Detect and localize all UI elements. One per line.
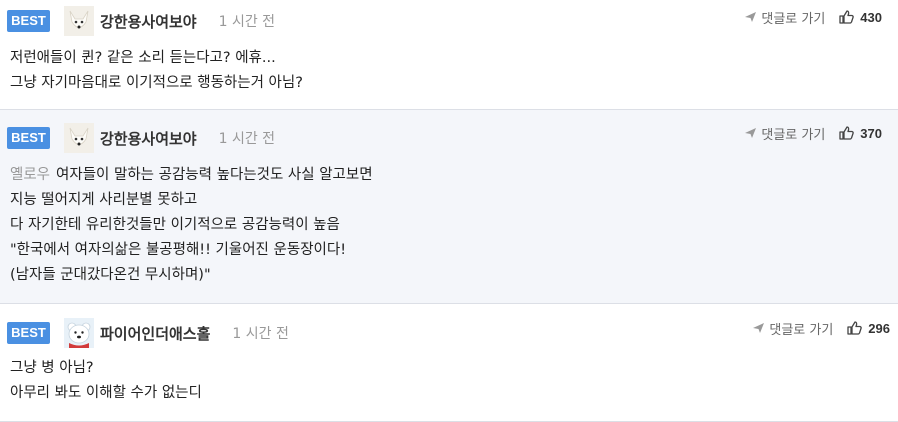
best-badge: BEST <box>7 10 50 32</box>
like-count: 370 <box>860 125 882 141</box>
go-to-reply-link[interactable]: 댓글로 가기 <box>752 319 833 338</box>
best-badge: BEST <box>7 127 50 149</box>
like-button[interactable]: 370 <box>839 126 882 141</box>
comment-actions: 댓글로 가기 370 <box>744 119 882 147</box>
best-badge: BEST <box>7 322 50 344</box>
thumbs-up-icon <box>839 10 855 24</box>
comment-actions: 댓글로 가기 430 <box>744 3 882 31</box>
comment-item: BEST 강한용사여보야 1 시간 전 댓글로 가기 370 옐로우 여자들이 말… <box>0 110 898 304</box>
nickname[interactable]: 강한용사여보야 <box>100 128 197 149</box>
comment-text: 여자들이 말하는 공감능력 높다는것도 사실 알고보면 <box>56 167 373 183</box>
thumbs-up-icon <box>839 126 855 140</box>
send-arrow-icon <box>753 323 765 333</box>
comment-body: 옐로우 여자들이 말하는 공감능력 높다는것도 사실 알고보면지능 떨어지게 사리… <box>10 163 373 288</box>
comment-line: 그냥 병 아님? <box>10 360 94 376</box>
nickname[interactable]: 강한용사여보야 <box>100 11 197 32</box>
mention-tag[interactable]: 옐로우 <box>10 167 50 183</box>
comment-header: BEST 강한용사여보야 1 시간 전 <box>7 120 275 156</box>
comment-line: 옐로우 여자들이 말하는 공감능력 높다는것도 사실 알고보면 <box>10 163 373 188</box>
comment-body: 그냥 병 아님? 아무리 봐도 이해할 수가 없는디 <box>10 356 202 406</box>
like-count: 296 <box>868 320 890 336</box>
timestamp: 1 시간 전 <box>218 14 276 30</box>
comment-body: 저런애들이 퀸? 같은 소리 듣는다고? 에휴... 그냥 자기마음대로 이기적으… <box>10 46 303 96</box>
go-to-reply-label: 댓글로 가기 <box>761 127 826 143</box>
comment-item: BEST 파이어인더애스홀 1 시간 전 댓글로 가기 296 그냥 병 아님?… <box>0 304 898 422</box>
white-fox-avatar[interactable] <box>64 123 94 153</box>
comment-line: 그냥 자기마음대로 이기적으로 행동하는거 아님? <box>10 75 303 91</box>
comment-line: 아무리 봐도 이해할 수가 없는디 <box>10 385 202 401</box>
like-button[interactable]: 430 <box>839 10 882 25</box>
polar-bear-avatar[interactable] <box>64 318 94 348</box>
like-count: 430 <box>860 9 882 25</box>
comment-header: BEST 강한용사여보야 1 시간 전 <box>7 3 275 39</box>
comment-item: BEST 강한용사여보야 1 시간 전 댓글로 가기 430 저런애들이 퀸? … <box>0 0 898 110</box>
timestamp: 1 시간 전 <box>232 326 289 342</box>
comment-line: "한국에서 여자의삶은 불공평해!! 기울어진 운동장이다! <box>10 242 347 258</box>
thumbs-up-icon <box>847 321 863 335</box>
go-to-reply-label: 댓글로 가기 <box>769 322 834 338</box>
nickname[interactable]: 파이어인더애스홀 <box>100 323 210 344</box>
comment-line: (남자들 군대갔다온건 무시하며)" <box>10 267 211 283</box>
timestamp: 1 시간 전 <box>218 131 276 147</box>
like-button[interactable]: 296 <box>847 321 890 336</box>
go-to-reply-link[interactable]: 댓글로 가기 <box>744 124 825 143</box>
comment-line: 다 자기한테 유리한것들만 이기적으로 공감능력이 높음 <box>10 217 340 233</box>
send-arrow-icon <box>745 128 757 138</box>
comment-actions: 댓글로 가기 296 <box>752 314 890 342</box>
go-to-reply-label: 댓글로 가기 <box>761 11 826 27</box>
go-to-reply-link[interactable]: 댓글로 가기 <box>744 8 825 27</box>
comment-line: 지능 떨어지게 사리분별 못하고 <box>10 192 198 208</box>
send-arrow-icon <box>745 12 757 22</box>
white-fox-avatar[interactable] <box>64 6 94 36</box>
comment-line: 저런애들이 퀸? 같은 소리 듣는다고? 에휴... <box>10 50 276 66</box>
comment-header: BEST 파이어인더애스홀 1 시간 전 <box>7 315 289 351</box>
